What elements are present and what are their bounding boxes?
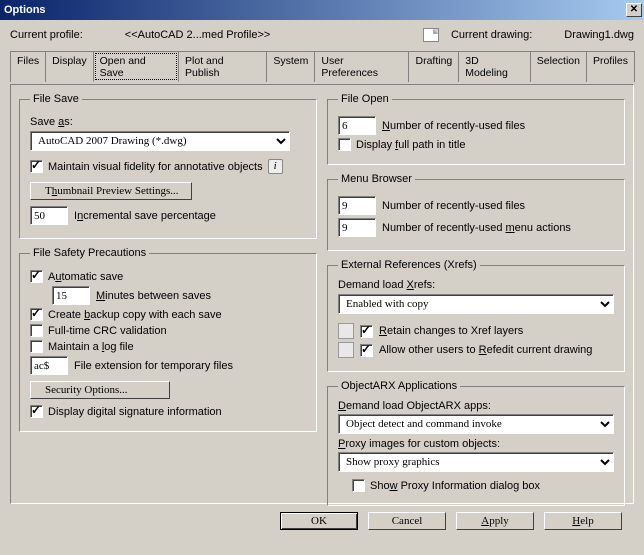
label-retain-xref-layers: Retain changes to Xref layers [379, 325, 523, 337]
checkbox-backup-copy[interactable] [30, 308, 43, 321]
minutes-input[interactable] [52, 286, 90, 305]
close-icon[interactable]: ✕ [626, 3, 642, 17]
label-digital-signature: Display digital signature information [48, 406, 222, 418]
tab-plot-and-publish[interactable]: Plot and Publish [178, 51, 267, 82]
group-file-safety: File Safety Precautions Automatic save M… [19, 247, 317, 432]
recent-files-input[interactable] [338, 116, 376, 135]
proxy-images-select[interactable]: Show proxy graphics [338, 452, 614, 472]
incremental-save-label: Incremental save percentage [74, 210, 216, 222]
refedit-icon [338, 342, 354, 358]
incremental-save-input[interactable] [30, 206, 68, 225]
menu-recent-files-label: Number of recently-used files [382, 200, 525, 212]
checkbox-crc[interactable] [30, 324, 43, 337]
checkbox-full-path[interactable] [338, 138, 351, 151]
checkbox-retain-xref-layers[interactable] [360, 325, 373, 338]
label-backup-copy: Create backup copy with each save [48, 309, 222, 321]
menu-recent-files-input[interactable] [338, 196, 376, 215]
tab-files[interactable]: Files [10, 51, 46, 82]
label-log-file: Maintain a log file [48, 341, 134, 353]
legend-file-open: File Open [338, 93, 392, 105]
proxy-images-label: Proxy images for custom objects: [338, 438, 614, 450]
tab-system[interactable]: System [266, 51, 315, 82]
demand-load-arx-label: Demand load ObjectARX apps: [338, 400, 614, 412]
checkbox-visual-fidelity[interactable] [30, 160, 43, 173]
group-xrefs: External References (Xrefs) Demand load … [327, 259, 625, 372]
tab-user-preferences[interactable]: User Preferences [314, 51, 409, 82]
group-file-open: File Open Number of recently-used files … [327, 93, 625, 165]
tabstrip: Files Display Open and Save Plot and Pub… [10, 50, 634, 82]
help-button[interactable]: Help [544, 512, 622, 530]
legend-xrefs: External References (Xrefs) [338, 259, 480, 271]
cancel-button[interactable]: Cancel [368, 512, 446, 530]
group-objectarx: ObjectARX Applications Demand load Objec… [327, 380, 625, 506]
demand-load-xrefs-select[interactable]: Enabled with copy [338, 294, 614, 314]
xref-layers-icon [338, 323, 354, 339]
label-allow-refedit: Allow other users to Refedit current dra… [379, 344, 592, 356]
info-icon[interactable]: i [268, 159, 283, 174]
temp-ext-input[interactable] [30, 356, 68, 375]
tab-drafting[interactable]: Drafting [408, 51, 459, 82]
label-crc: Full-time CRC validation [48, 325, 167, 337]
apply-button[interactable]: Apply [456, 512, 534, 530]
group-menu-browser: Menu Browser Number of recently-used fil… [327, 173, 625, 251]
temp-ext-label: File extension for temporary files [74, 360, 233, 372]
ok-button[interactable]: OK [280, 512, 358, 530]
drawing-icon [423, 28, 439, 42]
label-automatic-save: Automatic save [48, 271, 123, 283]
label-show-proxy-dialog: Show Proxy Information dialog box [370, 480, 540, 492]
checkbox-digital-signature[interactable] [30, 405, 43, 418]
legend-menu-browser: Menu Browser [338, 173, 415, 185]
menu-recent-actions-input[interactable] [338, 218, 376, 237]
tab-selection[interactable]: Selection [530, 51, 587, 82]
checkbox-automatic-save[interactable] [30, 270, 43, 283]
demand-load-xrefs-label: Demand load Xrefs: [338, 279, 614, 291]
legend-file-save: File Save [30, 93, 82, 105]
legend-file-safety: File Safety Precautions [30, 247, 149, 259]
group-file-save: File Save Save as: AutoCAD 2007 Drawing … [19, 93, 317, 239]
current-drawing-label: Current drawing: [451, 29, 532, 41]
legend-objectarx: ObjectARX Applications [338, 380, 460, 392]
demand-load-arx-select[interactable]: Object detect and command invoke [338, 414, 614, 434]
checkbox-log-file[interactable] [30, 340, 43, 353]
checkbox-show-proxy-dialog[interactable] [352, 479, 365, 492]
save-as-label: Save as: [30, 116, 73, 128]
current-drawing-value: Drawing1.dwg [564, 29, 634, 41]
window-title: Options [4, 4, 626, 16]
tab-3d-modeling[interactable]: 3D Modeling [458, 51, 531, 82]
security-options-button[interactable]: Security Options... [30, 381, 170, 399]
minutes-label: Minutes between saves [96, 290, 211, 302]
current-profile-value: <<AutoCAD 2...med Profile>> [95, 29, 271, 41]
current-profile-label: Current profile: [10, 29, 83, 41]
thumbnail-preview-button[interactable]: Thumbnail Preview Settings... [30, 182, 192, 200]
label-visual-fidelity: Maintain visual fidelity for annotative … [48, 161, 263, 173]
save-as-select[interactable]: AutoCAD 2007 Drawing (*.dwg) [30, 131, 290, 151]
label-full-path: Display full path in title [356, 139, 465, 151]
tab-profiles[interactable]: Profiles [586, 51, 635, 82]
checkbox-allow-refedit[interactable] [360, 344, 373, 357]
menu-recent-actions-label: Number of recently-used menu actions [382, 222, 571, 234]
tab-open-and-save[interactable]: Open and Save [93, 51, 179, 82]
recent-files-label: Number of recently-used files [382, 120, 525, 132]
tab-display[interactable]: Display [45, 51, 93, 82]
